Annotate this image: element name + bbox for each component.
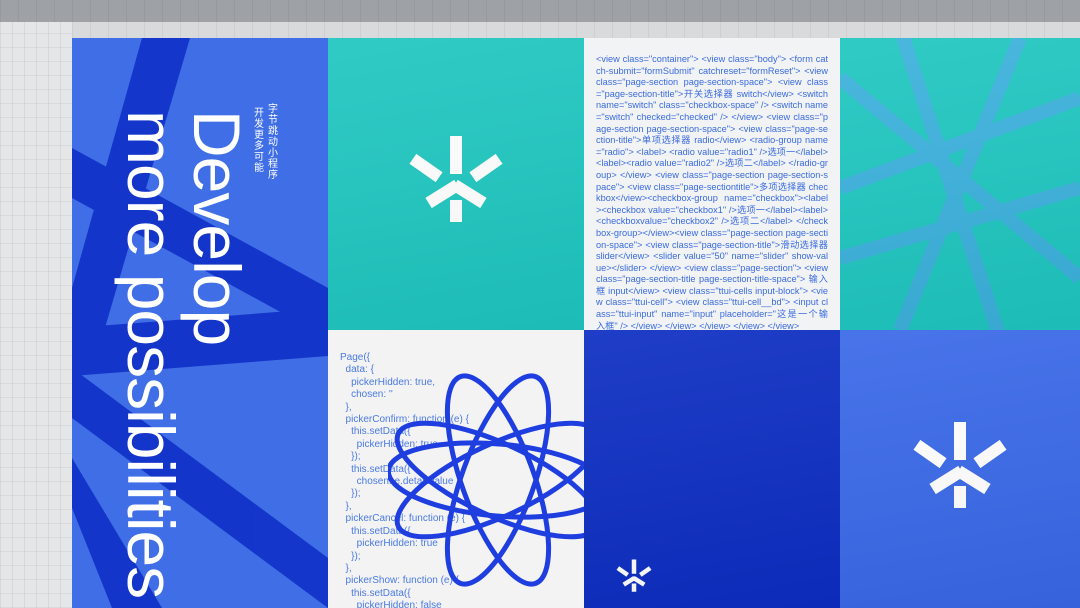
teal-logo-panel [328, 38, 584, 330]
wall-left-strip [0, 22, 72, 608]
ring-orbit-graphic [388, 373, 584, 587]
code-panel: <view class="container"> <view class="bo… [584, 38, 840, 330]
title-line-1: Develop [180, 110, 254, 346]
code-rings-panel: Page({ data: { pickerHidden: true, chose… [328, 330, 584, 608]
poster: Develop more possibilities 字节跳动小程序 开发更多可… [72, 38, 1080, 608]
asterisk-logo-icon [913, 422, 1007, 508]
title-panel: Develop more possibilities 字节跳动小程序 开发更多可… [72, 38, 328, 608]
asterisk-logo-icon [409, 136, 503, 222]
chinese-tagline-2: 开发更多可能 [254, 108, 264, 174]
markup-code-text: <view class="container"> <view class="bo… [596, 54, 828, 330]
asterisk-logo-icon [616, 559, 652, 592]
dark-blue-panel [584, 330, 840, 608]
teal-lines-panel [840, 38, 1080, 330]
title-line-2: more possibilities [114, 110, 188, 599]
line-pattern-graphic [840, 38, 1080, 330]
chinese-tagline-1: 字节跳动小程序 [268, 104, 278, 181]
blue-logo-panel [840, 330, 1080, 608]
